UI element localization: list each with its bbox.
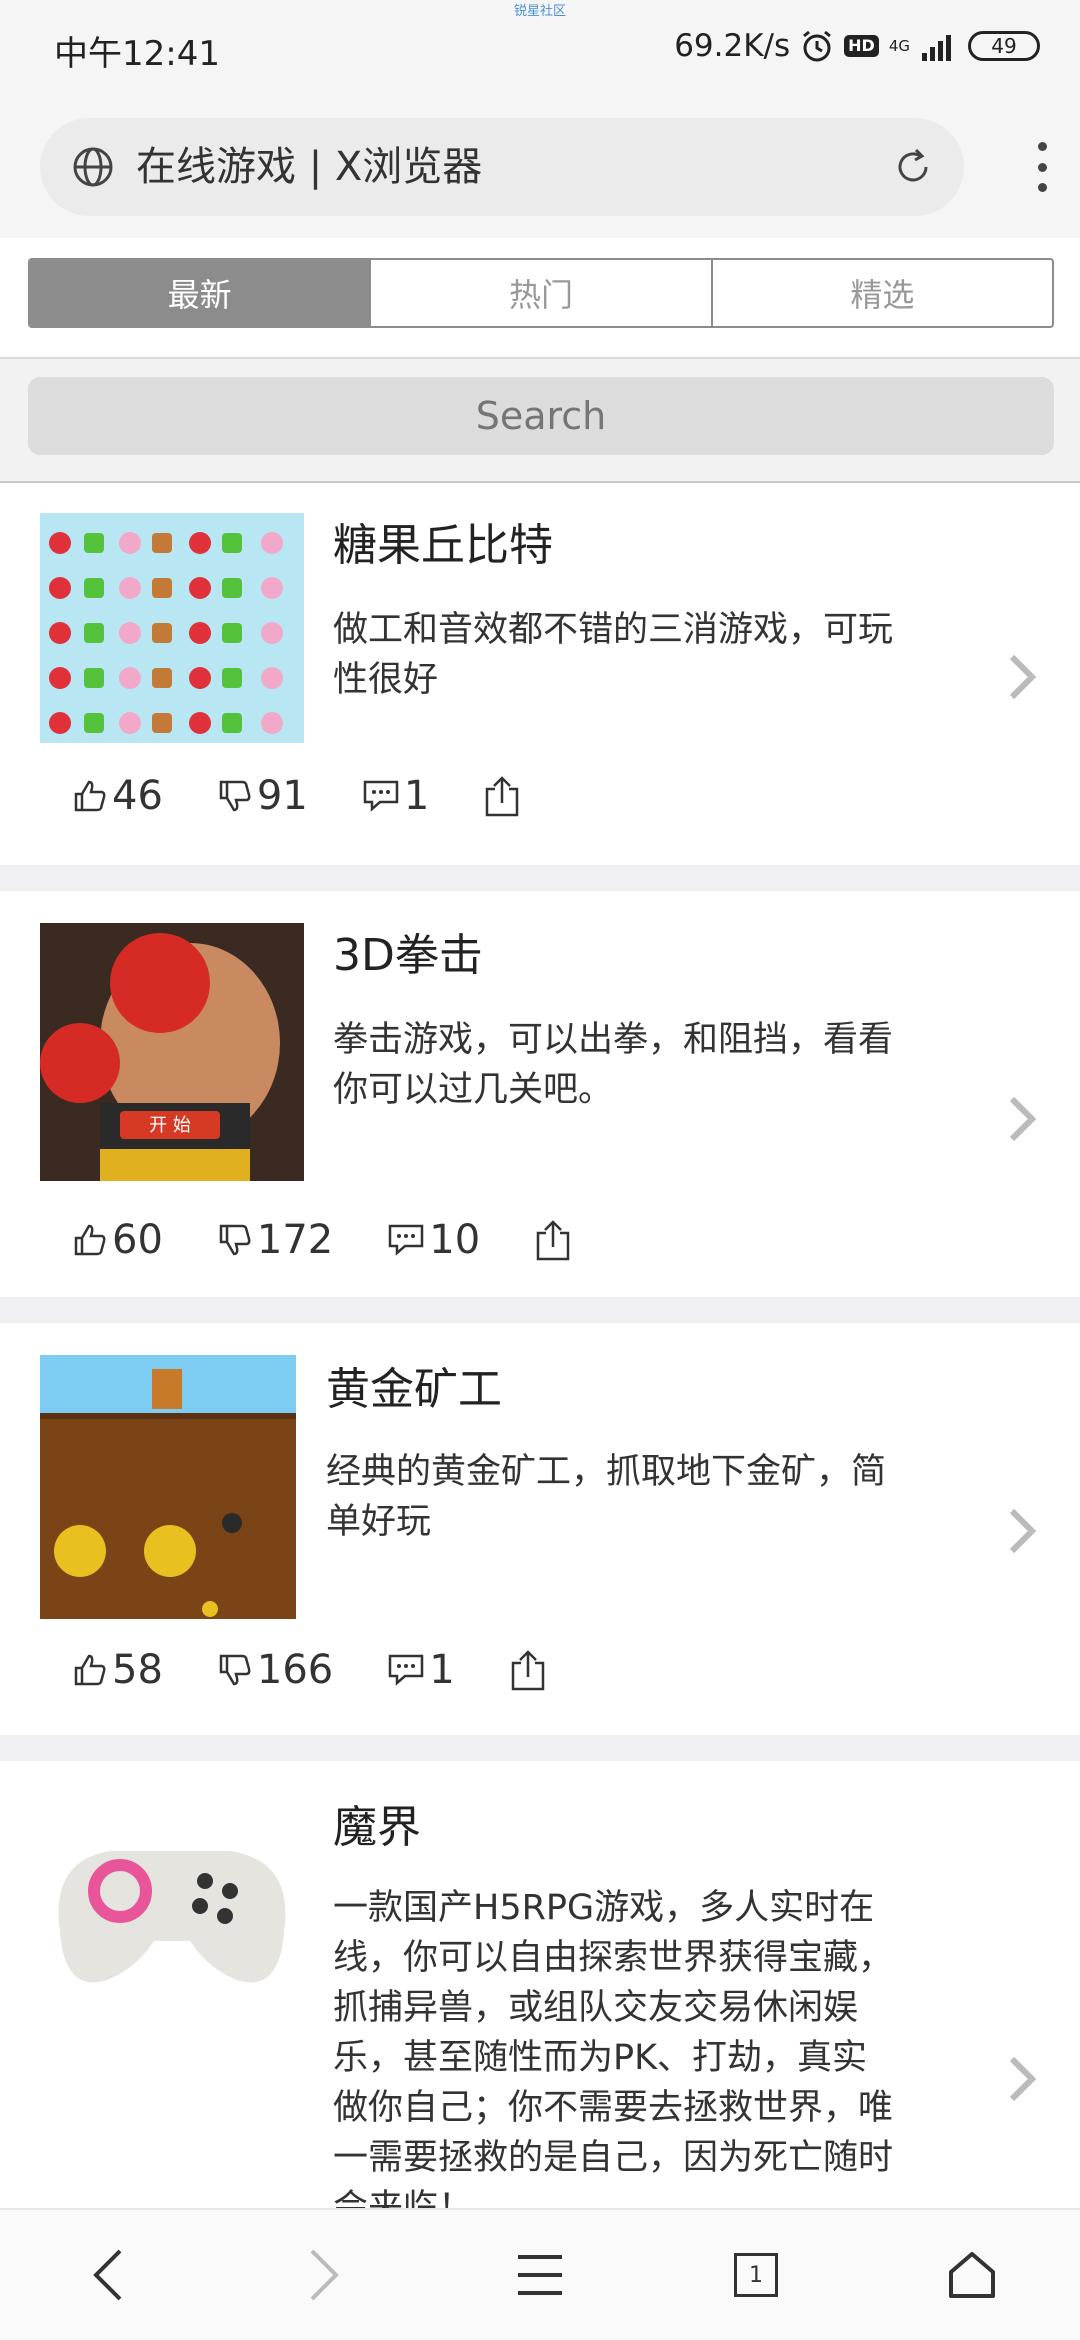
- game-card[interactable]: 开 始 3D拳击 拳击游戏，可以出拳，和阻挡，看看你可以过几关吧。 60 172…: [0, 891, 1080, 1297]
- like-count: 58: [112, 1647, 163, 1693]
- chevron-right-icon: [1009, 654, 1037, 700]
- signal-icon: [922, 35, 951, 61]
- chevron-right-icon: [1009, 1096, 1037, 1142]
- menu-icon: [518, 2255, 562, 2295]
- like-button[interactable]: 46: [72, 773, 163, 819]
- start-label: 开 始: [149, 1115, 191, 1136]
- net-speed: 69.2K/s: [674, 28, 791, 64]
- page-title: 在线游戏 | X浏览器: [136, 144, 483, 190]
- tab-latest[interactable]: 最新: [30, 260, 372, 326]
- comment-count: 10: [429, 1217, 481, 1263]
- bottom-navigation: 1: [0, 2208, 1080, 2340]
- like-button[interactable]: 60: [72, 1217, 163, 1263]
- action-bar: 60 172 10: [72, 1217, 630, 1263]
- search-section: [0, 359, 1080, 483]
- menu-button[interactable]: [485, 2230, 595, 2320]
- game-description: 拳击游戏，可以出拳，和阻挡，看看你可以过几关吧。: [333, 1020, 894, 1110]
- comment-icon: [363, 780, 399, 812]
- candy-match-thumbnail: [40, 513, 304, 743]
- thumbs-up-icon: [74, 1654, 106, 1686]
- reload-icon[interactable]: [892, 146, 934, 188]
- watermark: 锐星社区: [513, 4, 566, 19]
- game-description: 做工和音效都不错的三消游戏，可玩性很好: [333, 610, 894, 700]
- game-card[interactable]: 魔界 一款国产H5RPG游戏，多人实时在线，你可以自由探索世界获得宝藏，抓捕异兽…: [0, 1761, 1080, 2208]
- comment-button[interactable]: 1: [387, 1647, 455, 1693]
- forward-icon: [310, 2249, 339, 2301]
- globe-icon: [73, 147, 113, 187]
- back-icon: [93, 2249, 122, 2301]
- game-title: 黄金矿工: [326, 1364, 502, 1415]
- game-description: 经典的黄金矿工，抓取地下金矿，简单好玩: [326, 1452, 887, 1542]
- share-button[interactable]: [483, 775, 525, 817]
- thumbs-down-icon: [219, 780, 251, 812]
- thumbs-up-icon: [74, 780, 106, 812]
- battery-indicator: 49: [968, 31, 1040, 61]
- game-title: 糖果丘比特: [333, 520, 553, 571]
- game-card[interactable]: 黄金矿工 经典的黄金矿工，抓取地下金矿，简单好玩 58 166 1: [0, 1323, 1080, 1735]
- comment-icon: [389, 1224, 424, 1256]
- comment-button[interactable]: 1: [362, 773, 429, 819]
- card-separator: [0, 865, 1080, 891]
- game-description: 一款国产H5RPG游戏，多人实时在线，你可以自由探索世界获得宝藏，抓捕异兽，或组…: [333, 1888, 894, 2208]
- search-input[interactable]: [28, 377, 1054, 455]
- game-card[interactable]: 糖果丘比特 做工和音效都不错的三消游戏，可玩性很好 46 91 1: [0, 483, 1080, 865]
- tab-count: 1: [749, 2262, 763, 2288]
- share-icon: [486, 776, 519, 817]
- status-time: 中午12:41: [54, 34, 220, 74]
- thumbs-up-icon: [74, 1224, 106, 1256]
- dislike-button[interactable]: 91: [217, 773, 308, 819]
- dislike-button[interactable]: 172: [217, 1217, 333, 1263]
- home-icon: [949, 2252, 995, 2298]
- like-count: 60: [112, 1217, 163, 1263]
- hd-badge: HD: [844, 35, 879, 57]
- tab-featured[interactable]: 精选: [713, 260, 1052, 326]
- status-bar: 锐星社区 中午12:41 69.2K/s HD 4G 49: [0, 0, 1080, 96]
- dislike-count: 166: [256, 1647, 334, 1693]
- comment-icon: [389, 1654, 424, 1686]
- dislike-count: 172: [256, 1217, 334, 1263]
- thumbs-down-icon: [219, 1654, 251, 1686]
- tabs-icon: 1: [734, 2253, 778, 2297]
- tabs-button[interactable]: 1: [701, 2230, 811, 2320]
- like-button[interactable]: 58: [72, 1647, 163, 1693]
- address-bar[interactable]: 在线游戏 | X浏览器: [40, 118, 964, 216]
- comment-count: 1: [403, 773, 430, 819]
- category-tabs: 最新 热门 精选: [28, 258, 1054, 328]
- chevron-right-icon: [1009, 1508, 1037, 1554]
- comment-button[interactable]: 10: [387, 1217, 480, 1263]
- card-separator: [0, 1735, 1080, 1761]
- forward-button[interactable]: [269, 2230, 379, 2320]
- home-button[interactable]: [917, 2230, 1027, 2320]
- game-title: 魔界: [333, 1802, 421, 1853]
- boxing-thumbnail: 开 始: [40, 923, 304, 1181]
- action-bar: 58 166 1: [72, 1647, 605, 1693]
- share-icon: [536, 1220, 570, 1261]
- share-button[interactable]: [509, 1649, 551, 1691]
- tab-popular[interactable]: 热门: [371, 260, 713, 326]
- browser-toolbar: 在线游戏 | X浏览器: [0, 96, 1080, 238]
- like-count: 46: [112, 773, 163, 819]
- dislike-button[interactable]: 166: [217, 1647, 333, 1693]
- gold-miner-thumbnail: [40, 1355, 296, 1619]
- share-icon: [511, 1650, 544, 1691]
- dislike-count: 91: [256, 773, 308, 819]
- game-title: 3D拳击: [333, 930, 483, 981]
- alarm-icon: [803, 30, 832, 62]
- share-button[interactable]: [534, 1219, 576, 1261]
- chevron-right-icon: [1009, 2056, 1037, 2102]
- gamepad-thumbnail: [40, 1821, 304, 2021]
- network-type: 4G: [888, 36, 910, 55]
- back-button[interactable]: [53, 2230, 163, 2320]
- card-separator: [0, 1297, 1080, 1323]
- overflow-menu-icon[interactable]: [1022, 142, 1062, 192]
- action-bar: 46 91 1: [72, 773, 579, 819]
- status-right-group: 69.2K/s HD 4G 49: [674, 24, 1040, 68]
- thumbs-down-icon: [219, 1224, 251, 1256]
- comment-count: 1: [429, 1647, 455, 1693]
